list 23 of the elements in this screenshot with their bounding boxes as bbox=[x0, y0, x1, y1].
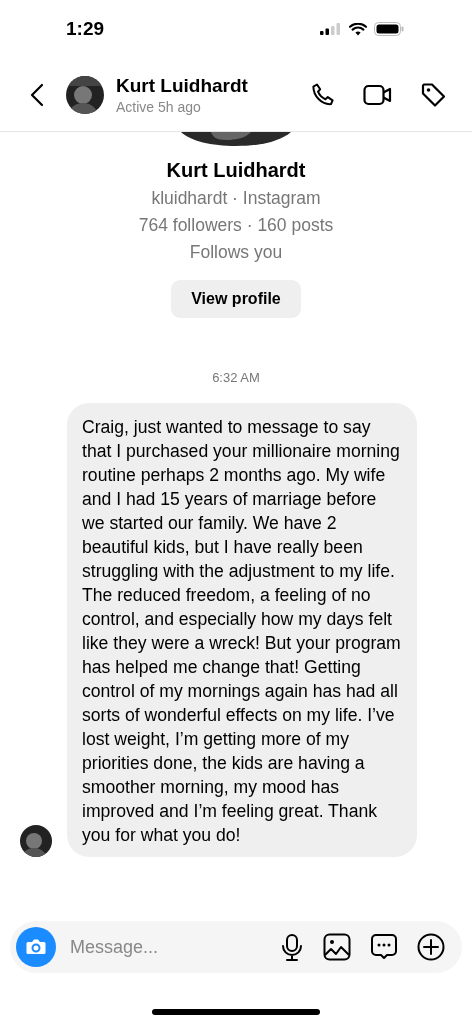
wifi-icon bbox=[349, 22, 367, 36]
view-profile-button[interactable]: View profile bbox=[171, 280, 301, 318]
video-call-icon[interactable] bbox=[363, 82, 393, 107]
message-timestamp: 6:32 AM bbox=[212, 370, 260, 385]
microphone-icon[interactable] bbox=[280, 933, 304, 961]
profile-handle: kluidhardt · Instagram bbox=[151, 188, 321, 209]
camera-icon[interactable] bbox=[16, 927, 56, 967]
profile-stats: 764 followers · 160 posts bbox=[138, 215, 334, 236]
chat-bubble-icon[interactable] bbox=[370, 933, 398, 961]
message-field[interactable]: Message... bbox=[68, 935, 261, 959]
signal-icon bbox=[320, 23, 342, 35]
back-icon[interactable] bbox=[30, 82, 44, 107]
profile-name: Kurt Luidhardt bbox=[166, 159, 306, 182]
battery-icon bbox=[374, 22, 404, 36]
add-icon[interactable] bbox=[417, 933, 445, 961]
follows-you-label: Follows you bbox=[189, 242, 283, 263]
message-bubble: Craig, just wanted to message to say that I purchased your millionaire morning routine perhaps 2 months ago. My wife and I had 15 years of marriage before we started our family. We have 2 beautiful kids, but I have really been struggling with the adjustment to my life. The reduced freedom, a feeling of no control, and especially how my days felt like they were a wreck! But your program has helped me change that! Getting control of my mornings again has had all sorts of wonderful effects on my life. I’ve lost weight, I’m getting more of my priorities done, the kids are having a smoother morning, my mood has improved and I’m feeling great. Thank you for what you do! bbox=[67, 403, 417, 857]
contact-name: Kurt Luidhardt bbox=[116, 74, 249, 97]
gallery-icon[interactable] bbox=[323, 933, 351, 961]
phone-icon[interactable] bbox=[310, 81, 336, 108]
tag-icon[interactable] bbox=[420, 80, 448, 109]
status-time: 1:29 bbox=[66, 18, 105, 40]
active-status: Active 5h ago bbox=[116, 98, 202, 115]
